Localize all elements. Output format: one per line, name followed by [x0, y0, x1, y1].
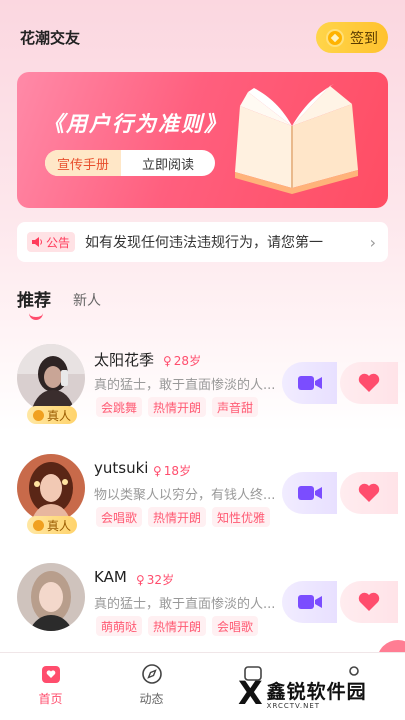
notice-text: 如有发现任何违法违规行为，请您第一: [85, 235, 324, 251]
real-person-badge: 真人: [27, 516, 77, 534]
user-age-value: 32岁: [146, 573, 175, 587]
watermark-logo: X 鑫锐软件园 XRCCTV.NET: [238, 672, 388, 714]
real-person-label: 真人: [46, 518, 71, 533]
coin-icon: [326, 28, 344, 47]
female-icon: ♀: [136, 572, 145, 587]
user-card[interactable]: KAM ♀ 32岁 真的猛士，敢于直面惨淡的人... 萌萌哒 热情开朗 会唱歌: [0, 563, 405, 663]
verified-icon: [32, 519, 44, 531]
watermark-mark: X: [238, 674, 263, 712]
tab-new[interactable]: 新人: [73, 290, 101, 311]
user-tags: 萌萌哒 热情开朗 会唱歌: [96, 616, 259, 636]
user-age: ♀ 32岁: [136, 571, 174, 588]
real-person-label: 真人: [46, 408, 71, 423]
user-tags: 会唱歌 热情开朗 知性优雅: [96, 507, 271, 527]
user-bio: 真的猛士，敢于直面惨淡的人...: [94, 597, 276, 612]
user-tags: 会跳舞 热情开朗 声音甜: [96, 397, 259, 417]
user-card[interactable]: 真人 太阳花季 ♀ 28岁 真的猛士，敢于直面惨淡的人... 会跳舞 热情开朗 声…: [0, 344, 405, 444]
user-bio: 物以类聚人以穷分，有钱人终...: [94, 488, 276, 503]
user-tag: 声音甜: [212, 397, 259, 417]
video-camera-icon: [297, 376, 322, 390]
signin-button[interactable]: 签到: [316, 22, 388, 53]
avatar-photo: [17, 344, 85, 412]
avatar[interactable]: [17, 344, 85, 412]
video-call-button[interactable]: [282, 581, 337, 623]
video-camera-icon: [297, 595, 322, 609]
banner-title: 《用户行为准则》: [43, 112, 227, 136]
home-icon: [41, 666, 60, 683]
real-person-badge: 真人: [27, 406, 77, 424]
user-tag: 热情开朗: [148, 507, 207, 527]
user-age: ♀ 28岁: [163, 352, 201, 369]
nav-moments[interactable]: 动态: [101, 653, 202, 720]
user-name: KAM: [94, 568, 127, 586]
user-tag: 萌萌哒: [96, 616, 143, 636]
notice-bar[interactable]: 公告 如有发现任何违法违规行为，请您第一 ›: [17, 222, 388, 262]
guidelines-banner[interactable]: 《用户行为准则》 宣传手册 立即阅读: [17, 72, 388, 208]
nav-moments-label: 动态: [139, 692, 164, 706]
watermark-url: XRCCTV.NET: [266, 701, 321, 710]
avatar[interactable]: [17, 563, 85, 631]
chevron-right-icon: ›: [369, 232, 376, 252]
nav-home-label: 首页: [38, 692, 63, 706]
heart-icon: [358, 592, 380, 611]
user-age: ♀ 18岁: [153, 462, 191, 479]
avatar[interactable]: [17, 454, 85, 522]
avatar-photo: [17, 454, 85, 522]
video-call-button[interactable]: [282, 362, 337, 404]
user-tag: 热情开朗: [148, 616, 207, 636]
watermark-name: 鑫锐软件园: [266, 680, 367, 703]
female-icon: ♀: [163, 353, 172, 368]
user-tag: 热情开朗: [148, 397, 207, 417]
notice-tag: 公告: [27, 232, 76, 252]
nav-home[interactable]: 首页: [0, 653, 101, 720]
heart-icon: [358, 483, 380, 502]
verified-icon: [32, 409, 44, 421]
heart-icon: [358, 373, 380, 392]
female-icon: ♀: [153, 463, 162, 478]
user-tag: 会唱歌: [212, 616, 259, 636]
video-camera-icon: [297, 486, 322, 500]
banner-tag: 宣传手册: [45, 150, 121, 176]
like-button[interactable]: [340, 362, 398, 404]
avatar-photo: [17, 563, 85, 631]
speaker-icon: [32, 237, 42, 247]
user-age-value: 18岁: [163, 464, 192, 478]
user-name: 太阳花季: [94, 351, 155, 369]
user-bio: 真的猛士，敢于直面惨淡的人...: [94, 378, 276, 393]
read-now-button[interactable]: 立即阅读: [121, 150, 215, 176]
signin-label: 签到: [350, 30, 378, 47]
user-card[interactable]: 真人 yutsuki ♀ 18岁 物以类聚人以穷分，有钱人终... 会唱歌 热情开…: [0, 454, 405, 554]
banner-read-pill[interactable]: 宣传手册 立即阅读: [45, 150, 215, 176]
user-age-value: 28岁: [173, 354, 202, 368]
user-tag: 会跳舞: [96, 397, 143, 417]
open-book-icon: [235, 84, 358, 194]
like-button[interactable]: [340, 581, 398, 623]
like-button[interactable]: [340, 472, 398, 514]
user-tag: 会唱歌: [96, 507, 143, 527]
user-name: yutsuki: [94, 459, 149, 477]
notice-tag-label: 公告: [46, 235, 71, 250]
tab-recommend[interactable]: 推荐: [17, 286, 51, 320]
app-title: 花潮交友: [20, 29, 81, 47]
feed-tabs: 推荐 新人: [17, 286, 101, 320]
video-call-button[interactable]: [282, 472, 337, 514]
user-tag: 知性优雅: [212, 507, 271, 527]
compass-icon: [141, 664, 162, 684]
